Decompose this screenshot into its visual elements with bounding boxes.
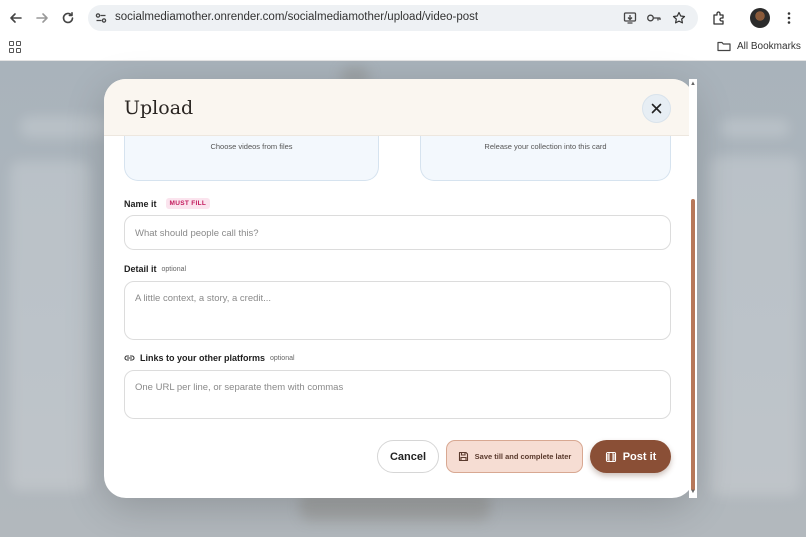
browser-toolbar: socialmediamother.onrender.com/socialmed… bbox=[0, 0, 806, 36]
bookmark-star-icon[interactable] bbox=[671, 10, 687, 26]
post-label: Post it bbox=[622, 450, 657, 463]
links-textarea-placeholder: One URL per line, or separate them with … bbox=[135, 382, 344, 393]
site-settings-icon[interactable] bbox=[93, 10, 109, 26]
upload-modal: Upload Choose videos from files Release … bbox=[104, 79, 694, 498]
bookmarks-bar: All Bookmarks bbox=[0, 36, 806, 61]
save-icon bbox=[458, 451, 468, 462]
links-optional-hint: optional bbox=[270, 354, 295, 362]
more-menu-icon[interactable] bbox=[779, 8, 799, 28]
scrollbar-thumb[interactable] bbox=[691, 199, 695, 491]
modal-scrollbar[interactable]: ▲ ▼ bbox=[689, 79, 697, 498]
choose-files-label: Choose videos from files bbox=[210, 142, 293, 151]
links-label-text: Links to your other platforms bbox=[140, 353, 266, 363]
folder-icon bbox=[717, 41, 731, 52]
detail-label-row: Detail it optional bbox=[124, 264, 186, 274]
all-bookmarks-label: All Bookmarks bbox=[737, 40, 801, 52]
drag-drop-dropzone[interactable]: Release your collection into this card bbox=[420, 136, 671, 181]
back-arrow-icon[interactable] bbox=[6, 8, 26, 28]
name-input[interactable]: What should people call this? bbox=[124, 215, 671, 250]
drag-drop-label: Release your collection into this card bbox=[484, 142, 607, 151]
link-icon bbox=[124, 355, 135, 361]
forward-arrow-icon[interactable] bbox=[32, 8, 52, 28]
profile-avatar[interactable] bbox=[750, 8, 770, 28]
detail-textarea[interactable]: A little context, a story, a credit... bbox=[124, 281, 671, 340]
save-later-button[interactable]: Save till and complete later bbox=[446, 440, 583, 473]
choose-files-dropzone[interactable]: Choose videos from files bbox=[124, 136, 379, 181]
cancel-button[interactable]: Cancel bbox=[377, 440, 439, 473]
close-icon bbox=[651, 103, 662, 114]
name-label-text: Name it bbox=[124, 198, 157, 209]
name-field-label: Name it MUST FILL bbox=[124, 198, 211, 209]
install-app-icon[interactable] bbox=[622, 10, 638, 26]
modal-title: Upload bbox=[124, 97, 194, 119]
detail-optional-hint: optional bbox=[161, 265, 187, 273]
modal-header: Upload bbox=[104, 79, 694, 136]
links-textarea[interactable]: One URL per line, or separate them with … bbox=[124, 370, 671, 419]
close-button[interactable] bbox=[642, 94, 671, 123]
detail-label-text: Detail it bbox=[124, 264, 157, 274]
name-input-placeholder: What should people call this? bbox=[135, 228, 259, 239]
scroll-down-arrow-icon[interactable]: ▼ bbox=[690, 489, 696, 495]
scroll-up-arrow-icon[interactable]: ▲ bbox=[690, 81, 696, 87]
all-bookmarks-button[interactable]: All Bookmarks bbox=[717, 40, 801, 52]
links-label-row: Links to your other platforms optional bbox=[124, 353, 295, 363]
post-button[interactable]: Post it bbox=[590, 440, 671, 473]
address-bar[interactable]: socialmediamother.onrender.com/socialmed… bbox=[88, 5, 698, 31]
film-icon bbox=[605, 451, 616, 462]
must-fill-badge: MUST FILL bbox=[165, 198, 211, 209]
detail-textarea-placeholder: A little context, a story, a credit... bbox=[135, 293, 272, 304]
url-text: socialmediamother.onrender.com/socialmed… bbox=[115, 11, 479, 23]
password-key-icon[interactable] bbox=[646, 10, 662, 26]
extensions-puzzle-icon[interactable] bbox=[708, 8, 728, 28]
reload-icon[interactable] bbox=[58, 8, 78, 28]
save-later-label: Save till and complete later bbox=[474, 452, 572, 461]
apps-grid-icon[interactable] bbox=[9, 41, 21, 53]
